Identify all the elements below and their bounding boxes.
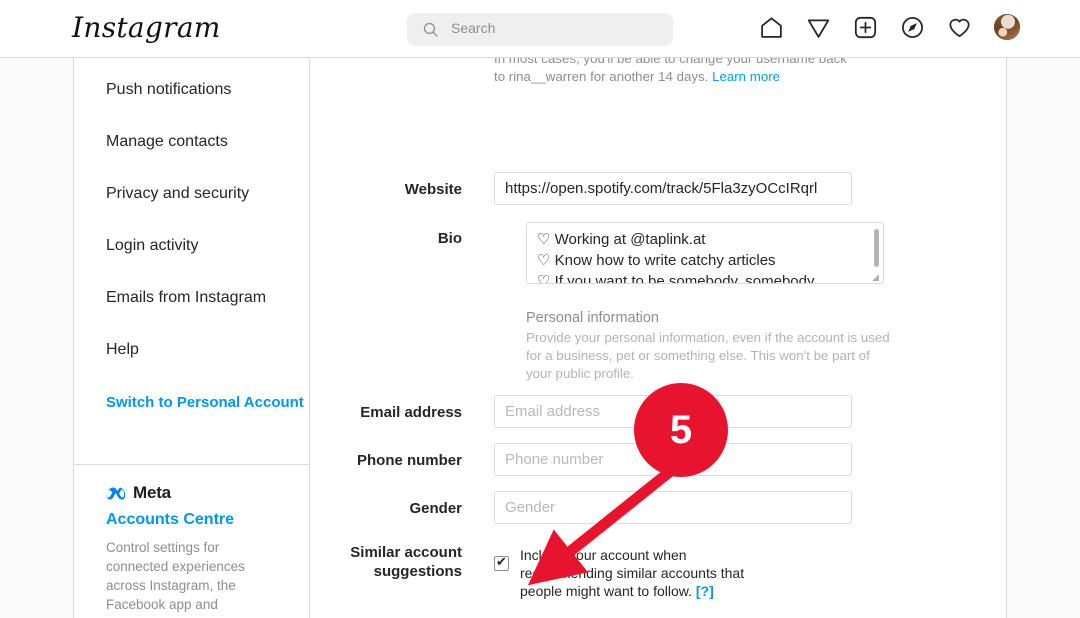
settings-card: Push notifications Manage contacts Priva… bbox=[73, 58, 1007, 618]
meta-wordmark: Meta bbox=[133, 483, 171, 503]
bio-label-row: Bio bbox=[310, 229, 494, 248]
search-icon bbox=[422, 21, 439, 38]
explore-compass-icon[interactable] bbox=[900, 15, 925, 40]
phone-label: Phone number bbox=[310, 443, 494, 470]
email-field[interactable] bbox=[494, 395, 852, 428]
edit-profile-form: In most cases, you'll be able to change … bbox=[310, 58, 1006, 618]
sidebar-item-switch-to-personal-account[interactable]: Switch to Personal Account bbox=[74, 376, 309, 428]
home-icon[interactable] bbox=[759, 15, 784, 40]
username-change-note-text: In most cases, you'll be able to change … bbox=[494, 58, 847, 84]
similar-accounts-description: Include your account when recommending s… bbox=[520, 546, 752, 600]
messenger-paper-plane-icon[interactable] bbox=[806, 15, 831, 40]
bio-scrollbar-thumb[interactable] bbox=[874, 229, 879, 267]
sidebar-item-emails-from-instagram[interactable]: Emails from Instagram bbox=[74, 272, 309, 324]
similar-accounts-checkbox[interactable] bbox=[494, 556, 509, 571]
personal-information-title: Personal information bbox=[526, 310, 890, 326]
website-label: Website bbox=[310, 172, 494, 199]
bio-line: ♡ Working at @taplink.at bbox=[537, 229, 883, 250]
bio-line: ♡ If you want to be somebody, somebody bbox=[537, 271, 883, 284]
sidebar-item-help[interactable]: Help bbox=[74, 324, 309, 376]
bio-textarea[interactable]: ♡ Working at @taplink.at ♡ Know how to w… bbox=[526, 222, 884, 284]
similar-label-line2: suggestions bbox=[310, 562, 462, 581]
sidebar-item-privacy-and-security[interactable]: Privacy and security bbox=[74, 168, 309, 220]
meta-infinity-icon bbox=[106, 486, 127, 501]
personal-information-section: Personal information Provide your person… bbox=[526, 310, 890, 383]
phone-row: Phone number bbox=[310, 443, 852, 476]
search-placeholder: Search bbox=[451, 20, 495, 36]
personal-information-description: Provide your personal information, even … bbox=[526, 329, 890, 383]
learn-more-link[interactable]: Learn more bbox=[712, 69, 780, 84]
sidebar-item-manage-contacts[interactable]: Manage contacts bbox=[74, 116, 309, 168]
nav-icon-group bbox=[759, 14, 1020, 40]
similar-account-suggestions-label: Similar account suggestions bbox=[310, 543, 494, 600]
similar-account-suggestions-row: Similar account suggestions Include your… bbox=[310, 543, 752, 600]
email-row: Email address bbox=[310, 395, 852, 428]
website-row: Website bbox=[310, 172, 852, 205]
similar-accounts-help-icon[interactable]: [?] bbox=[696, 583, 714, 599]
settings-sidebar: Push notifications Manage contacts Priva… bbox=[74, 58, 310, 618]
meta-brand-row: Meta bbox=[106, 483, 277, 503]
activity-heart-icon[interactable] bbox=[947, 15, 972, 40]
sidebar-item-login-activity[interactable]: Login activity bbox=[74, 220, 309, 272]
top-navigation-bar: Instagram Search bbox=[0, 0, 1080, 58]
gender-label: Gender bbox=[310, 491, 494, 518]
sidebar-item-push-notifications[interactable]: Push notifications bbox=[74, 64, 309, 116]
email-label: Email address bbox=[310, 395, 494, 422]
website-input[interactable] bbox=[494, 172, 852, 205]
meta-accounts-centre-block: Meta Accounts Centre Control settings fo… bbox=[74, 465, 309, 618]
gender-field[interactable] bbox=[494, 491, 852, 524]
profile-avatar[interactable] bbox=[994, 14, 1020, 40]
bio-content: ♡ Working at @taplink.at ♡ Know how to w… bbox=[527, 223, 883, 284]
bio-line: ♡ Know how to write catchy articles bbox=[537, 250, 883, 271]
similar-account-suggestions-body: Include your account when recommending s… bbox=[494, 543, 752, 600]
new-post-plus-icon[interactable] bbox=[853, 15, 878, 40]
accounts-centre-description: Control settings for connected experienc… bbox=[106, 538, 277, 618]
instagram-logo[interactable]: Instagram bbox=[72, 11, 221, 44]
bio-label: Bio bbox=[310, 229, 494, 248]
textarea-resize-handle[interactable]: ◢ bbox=[872, 273, 881, 282]
gender-row: Gender bbox=[310, 491, 852, 524]
phone-field[interactable] bbox=[494, 443, 852, 476]
sidebar-nav-list: Push notifications Manage contacts Priva… bbox=[74, 58, 309, 428]
username-change-note: In most cases, you'll be able to change … bbox=[494, 58, 856, 86]
similar-label-line1: Similar account bbox=[310, 543, 462, 562]
accounts-centre-link[interactable]: Accounts Centre bbox=[106, 511, 277, 529]
search-input[interactable]: Search bbox=[407, 13, 673, 46]
